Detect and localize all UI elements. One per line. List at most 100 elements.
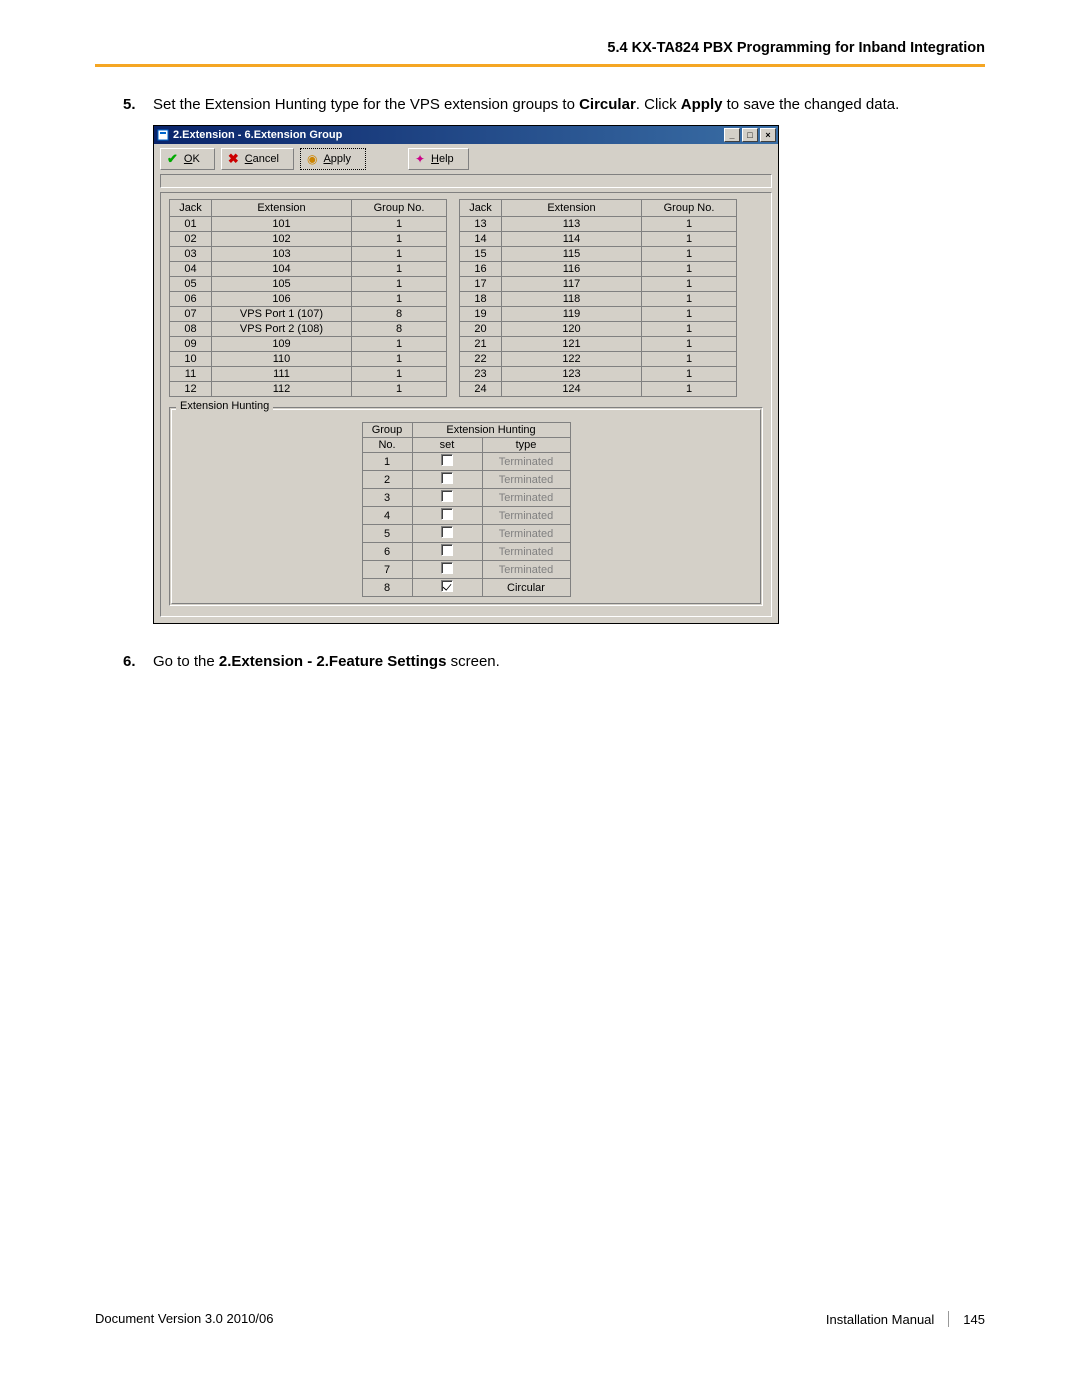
cell-extension[interactable]: VPS Port 2 (108) — [212, 322, 352, 337]
cell-group[interactable]: 1 — [352, 367, 447, 382]
table-row[interactable]: 241241 — [460, 382, 737, 397]
table-row[interactable]: 181181 — [460, 292, 737, 307]
cell-group[interactable]: 1 — [642, 217, 737, 232]
apply-button[interactable]: ◉ Apply — [300, 148, 366, 170]
cell-group[interactable]: 1 — [642, 307, 737, 322]
checkbox[interactable] — [441, 562, 453, 574]
cell-extension[interactable]: 104 — [212, 262, 352, 277]
cell-extension[interactable]: 116 — [502, 262, 642, 277]
cell-extension[interactable]: 102 — [212, 232, 352, 247]
table-row[interactable]: 231231 — [460, 367, 737, 382]
cell-extension[interactable]: 120 — [502, 322, 642, 337]
table-row[interactable]: 091091 — [170, 337, 447, 352]
cell-extension[interactable]: 121 — [502, 337, 642, 352]
cell-type[interactable]: Terminated — [482, 525, 570, 543]
cell-set[interactable] — [412, 507, 482, 525]
cell-group[interactable]: 1 — [352, 382, 447, 397]
cell-extension[interactable]: 119 — [502, 307, 642, 322]
cell-type[interactable]: Terminated — [482, 507, 570, 525]
ok-button[interactable]: ✔ OK — [160, 148, 215, 170]
checkbox[interactable] — [441, 508, 453, 520]
table-row[interactable]: 8Circular — [362, 579, 570, 597]
cell-type[interactable]: Terminated — [482, 543, 570, 561]
table-row[interactable]: 061061 — [170, 292, 447, 307]
close-button[interactable]: × — [760, 128, 776, 142]
table-row[interactable]: 08VPS Port 2 (108)8 — [170, 322, 447, 337]
cell-extension[interactable]: 103 — [212, 247, 352, 262]
cell-type[interactable]: Terminated — [482, 561, 570, 579]
cell-set[interactable] — [412, 471, 482, 489]
table-row[interactable]: 051051 — [170, 277, 447, 292]
table-row[interactable]: 041041 — [170, 262, 447, 277]
cell-type[interactable]: Terminated — [482, 489, 570, 507]
cell-extension[interactable]: 123 — [502, 367, 642, 382]
checkbox[interactable] — [441, 580, 453, 592]
table-row[interactable]: 7Terminated — [362, 561, 570, 579]
cell-set[interactable] — [412, 489, 482, 507]
table-row[interactable]: 3Terminated — [362, 489, 570, 507]
table-row[interactable]: 171171 — [460, 277, 737, 292]
cell-extension[interactable]: 118 — [502, 292, 642, 307]
checkbox[interactable] — [441, 544, 453, 556]
cell-group[interactable]: 1 — [352, 337, 447, 352]
cell-group[interactable]: 1 — [352, 262, 447, 277]
cell-type[interactable]: Terminated — [482, 453, 570, 471]
cell-group[interactable]: 1 — [642, 352, 737, 367]
cell-group[interactable]: 8 — [352, 307, 447, 322]
cell-group[interactable]: 1 — [642, 292, 737, 307]
table-row[interactable]: 151151 — [460, 247, 737, 262]
cell-group[interactable]: 1 — [352, 232, 447, 247]
cell-group[interactable]: 1 — [352, 217, 447, 232]
cell-set[interactable] — [412, 561, 482, 579]
cell-group[interactable]: 1 — [642, 382, 737, 397]
minimize-button[interactable]: _ — [724, 128, 740, 142]
table-row[interactable]: 031031 — [170, 247, 447, 262]
cell-extension[interactable]: 114 — [502, 232, 642, 247]
cell-extension[interactable]: 101 — [212, 217, 352, 232]
cell-group[interactable]: 1 — [642, 322, 737, 337]
table-row[interactable]: 1Terminated — [362, 453, 570, 471]
table-row[interactable]: 121121 — [170, 382, 447, 397]
table-row[interactable]: 6Terminated — [362, 543, 570, 561]
table-row[interactable]: 131131 — [460, 217, 737, 232]
window-titlebar[interactable]: 2.Extension - 6.Extension Group _ □ × — [154, 126, 778, 144]
hunting-table[interactable]: Group Extension Hunting No. set type 1Te… — [362, 422, 571, 597]
cell-group[interactable]: 1 — [642, 262, 737, 277]
checkbox[interactable] — [441, 454, 453, 466]
cell-type[interactable]: Terminated — [482, 471, 570, 489]
table-row[interactable]: 141141 — [460, 232, 737, 247]
table-row[interactable]: 191191 — [460, 307, 737, 322]
cell-extension[interactable]: VPS Port 1 (107) — [212, 307, 352, 322]
cell-group[interactable]: 8 — [352, 322, 447, 337]
cell-set[interactable] — [412, 453, 482, 471]
cell-extension[interactable]: 113 — [502, 217, 642, 232]
cell-extension[interactable]: 112 — [212, 382, 352, 397]
extension-table-left[interactable]: Jack Extension Group No. 011011021021031… — [169, 199, 447, 397]
cell-set[interactable] — [412, 543, 482, 561]
cell-set[interactable] — [412, 579, 482, 597]
cell-group[interactable]: 1 — [352, 292, 447, 307]
table-row[interactable]: 101101 — [170, 352, 447, 367]
cell-extension[interactable]: 105 — [212, 277, 352, 292]
table-row[interactable]: 221221 — [460, 352, 737, 367]
table-row[interactable]: 211211 — [460, 337, 737, 352]
checkbox[interactable] — [441, 526, 453, 538]
cell-group[interactable]: 1 — [352, 277, 447, 292]
cell-set[interactable] — [412, 525, 482, 543]
cancel-button[interactable]: ✖ Cancel — [221, 148, 294, 170]
cell-group[interactable]: 1 — [642, 247, 737, 262]
cell-group[interactable]: 1 — [352, 247, 447, 262]
table-row[interactable]: 161161 — [460, 262, 737, 277]
table-row[interactable]: 4Terminated — [362, 507, 570, 525]
table-row[interactable]: 201201 — [460, 322, 737, 337]
table-row[interactable]: 111111 — [170, 367, 447, 382]
cell-group[interactable]: 1 — [352, 352, 447, 367]
cell-group[interactable]: 1 — [642, 277, 737, 292]
extension-table-right[interactable]: Jack Extension Group No. 131131141141151… — [459, 199, 737, 397]
table-row[interactable]: 5Terminated — [362, 525, 570, 543]
cell-group[interactable]: 1 — [642, 232, 737, 247]
cell-extension[interactable]: 115 — [502, 247, 642, 262]
cell-group[interactable]: 1 — [642, 367, 737, 382]
table-row[interactable]: 07VPS Port 1 (107)8 — [170, 307, 447, 322]
cell-extension[interactable]: 110 — [212, 352, 352, 367]
